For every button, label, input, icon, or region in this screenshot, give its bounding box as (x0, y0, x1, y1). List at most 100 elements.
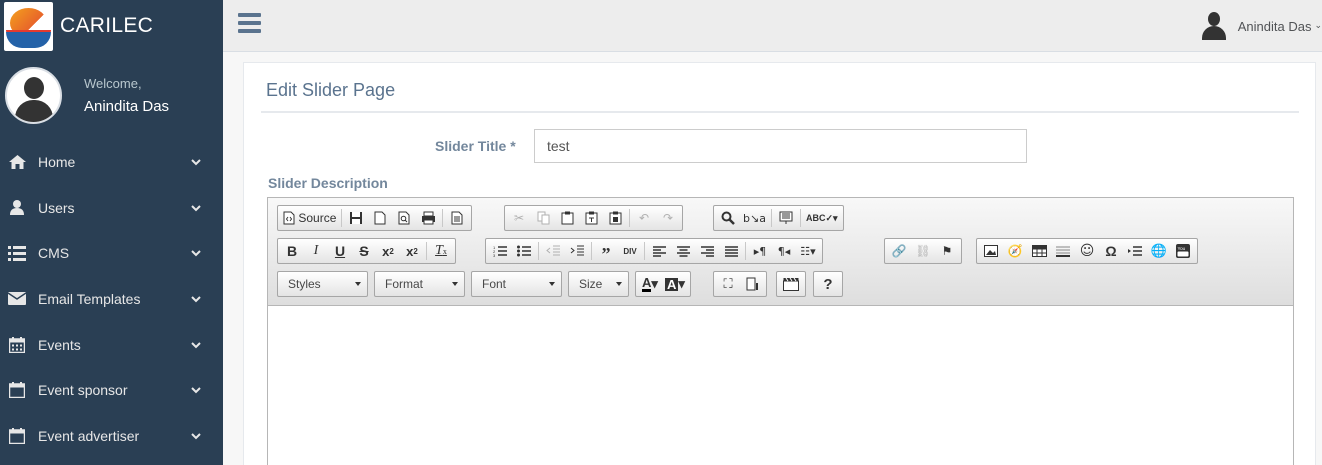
user-avatar-icon (1200, 12, 1228, 40)
brand[interactable]: CARILEC (0, 0, 223, 52)
spellcheck-icon[interactable]: ABC✓▾ (803, 207, 841, 229)
print-icon (421, 211, 435, 225)
sidebar-item-cms[interactable]: CMS (0, 230, 223, 276)
envelope-icon (8, 291, 26, 307)
special-char-icon[interactable]: Ω (1099, 240, 1123, 262)
horizontal-rule-icon[interactable] (1051, 240, 1075, 262)
select-all-icon[interactable] (774, 207, 798, 229)
paste-text-icon[interactable] (579, 207, 603, 229)
styles-label: Styles (288, 277, 321, 291)
sidebar-item-label: Event advertiser (38, 427, 140, 444)
format-dropdown[interactable]: Format (374, 271, 465, 297)
rtl-icon[interactable]: ¶◂ (772, 240, 796, 262)
sidebar-item-event-advertiser[interactable]: Event advertiser (0, 413, 223, 459)
bulleted-list-icon[interactable] (512, 240, 536, 262)
bold-icon[interactable]: B (280, 240, 304, 262)
save-button[interactable] (344, 207, 368, 229)
smiley-icon[interactable]: ☺ (1075, 240, 1099, 262)
table-icon[interactable] (1027, 240, 1051, 262)
maximize-icon[interactable]: ⛶ (716, 273, 740, 295)
indent-icon[interactable] (565, 240, 589, 262)
source-button[interactable]: Source (280, 207, 339, 229)
styles-dropdown[interactable]: Styles (277, 271, 368, 297)
chevron-down-icon (191, 387, 201, 394)
sidebar-item-event-sponsor[interactable]: Event sponsor (0, 367, 223, 413)
dropdown-arrow-icon (549, 282, 555, 286)
video-group (776, 271, 806, 297)
text-color-icon[interactable]: A ▾ (638, 273, 662, 295)
numbered-list-icon[interactable]: 123 (488, 240, 512, 262)
chevron-down-icon (191, 433, 201, 440)
dropdown-arrow-icon (616, 282, 622, 286)
image-icon[interactable] (979, 240, 1003, 262)
align-left-icon[interactable] (647, 240, 671, 262)
menu-toggle-icon[interactable] (238, 13, 261, 33)
sidebar-item-label: Home (38, 153, 76, 170)
align-justify-icon[interactable] (719, 240, 743, 262)
size-dropdown[interactable]: Size (568, 271, 629, 297)
sidebar-item-home[interactable]: Home (0, 139, 223, 185)
anchor-flag-icon[interactable]: ⚑ (935, 240, 959, 262)
replace-icon[interactable]: b↘a (740, 207, 769, 229)
format-label: Format (385, 277, 424, 291)
new-page-button[interactable] (368, 207, 392, 229)
strike-icon[interactable]: S (352, 240, 376, 262)
sidebar-item-email-templates[interactable]: Email Templates (0, 276, 223, 322)
background-color-icon[interactable]: A ▾ (662, 273, 688, 295)
profile-block: Welcome, Anindita Das (0, 52, 223, 139)
create-div-icon[interactable]: DIV (618, 240, 642, 262)
list-icon (8, 245, 26, 261)
avatar (5, 67, 62, 124)
align-right-icon[interactable] (695, 240, 719, 262)
editor-content-area[interactable] (268, 306, 1293, 456)
youtube-icon[interactable]: You (1171, 240, 1195, 262)
top-navbar: Anindita Das ⌄ (223, 0, 1322, 52)
source-icon (283, 211, 295, 225)
cut-icon[interactable]: ✂ (507, 207, 531, 229)
redo-icon[interactable]: ↷ (656, 207, 680, 229)
help-group: ? (813, 271, 843, 297)
underline-icon[interactable]: U (328, 240, 352, 262)
preview-button[interactable] (392, 207, 416, 229)
align-center-icon[interactable] (671, 240, 695, 262)
outdent-icon[interactable] (541, 240, 565, 262)
tools-group: ⛶ (713, 271, 767, 297)
sidebar-item-label: CMS (38, 245, 70, 262)
user-menu[interactable]: Anindita Das ⌄ (1200, 12, 1322, 40)
ltr-icon[interactable]: ▸¶ (748, 240, 772, 262)
page-title: Edit Slider Page (266, 80, 396, 100)
document-group: Source (277, 205, 473, 231)
templates-button[interactable] (445, 207, 469, 229)
sidebar-item-label: Email Templates (38, 290, 141, 307)
italic-icon[interactable]: I (304, 240, 328, 262)
sidebar-item-users[interactable]: Users (0, 185, 223, 231)
show-blocks-icon[interactable] (740, 273, 764, 295)
basic-styles-group: B I U S x2 x2 Tx (277, 238, 456, 264)
print-button[interactable] (416, 207, 440, 229)
blockquote-icon[interactable]: ” (594, 240, 618, 264)
calendar-icon (8, 336, 26, 353)
undo-icon[interactable]: ↶ (632, 207, 656, 229)
clipboard-group: ✂ ↶ ↷ (504, 205, 683, 231)
link-icon[interactable]: 🔗 (887, 240, 911, 262)
font-dropdown[interactable]: Font (471, 271, 562, 297)
remove-format-icon[interactable]: Tx (429, 240, 453, 262)
help-icon[interactable]: ? (816, 273, 840, 295)
superscript-icon[interactable]: x2 (400, 240, 424, 262)
page-break-icon[interactable] (1123, 240, 1147, 262)
user-menu-name: Anindita Das (1237, 18, 1312, 34)
dropdown-arrow-icon (452, 282, 458, 286)
video-clapper-icon[interactable] (779, 273, 803, 295)
flash-icon[interactable]: 🧭 (1003, 240, 1027, 262)
iframe-globe-icon[interactable]: 🌐 (1147, 240, 1171, 262)
language-icon[interactable]: ☷▾ (796, 240, 820, 262)
paste-icon[interactable] (555, 207, 579, 229)
slider-title-input[interactable] (534, 129, 1027, 163)
find-icon[interactable] (716, 207, 740, 229)
sidebar-item-events[interactable]: Events (0, 322, 223, 368)
sidebar-item-label: Events (38, 336, 81, 353)
paste-word-icon[interactable] (603, 207, 627, 229)
copy-icon[interactable] (531, 207, 555, 229)
subscript-icon[interactable]: x2 (376, 240, 400, 262)
unlink-icon[interactable]: ⛓ (911, 240, 935, 262)
